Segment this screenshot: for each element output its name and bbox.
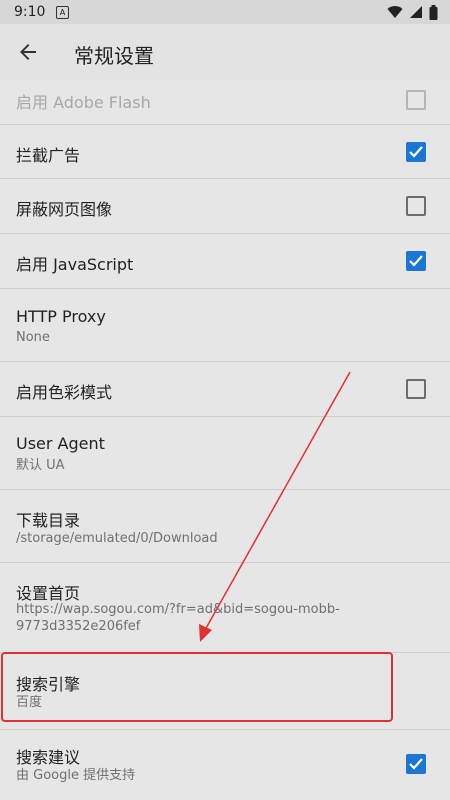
setting-title: 启用色彩模式 bbox=[16, 383, 113, 402]
checkmark-icon bbox=[409, 146, 423, 158]
setting-title: 下载目录 bbox=[16, 511, 81, 530]
setting-title: 屏蔽网页图像 bbox=[16, 200, 113, 219]
checkmark-icon bbox=[409, 758, 423, 770]
app-bar: 常规设置 bbox=[0, 24, 450, 80]
setting-user-agent[interactable]: User Agent 默认 UA bbox=[0, 417, 450, 490]
checkmark-icon bbox=[409, 255, 423, 267]
block-ads-checkbox[interactable] bbox=[406, 142, 426, 162]
setting-title: 启用 Adobe Flash bbox=[16, 93, 151, 112]
highlight-box bbox=[1, 652, 393, 722]
notification-icon: A bbox=[56, 6, 69, 19]
setting-block-images[interactable]: 屏蔽网页图像 bbox=[0, 179, 450, 234]
setting-subtitle: /storage/emulated/0/Download bbox=[16, 531, 218, 546]
setting-subtitle: https://wap.sogou.com/?fr=ad&bid=sogou-m… bbox=[16, 602, 340, 634]
setting-homepage[interactable]: 设置首页 https://wap.sogou.com/?fr=ad&bid=so… bbox=[0, 563, 450, 653]
arrow-left-icon bbox=[20, 44, 36, 60]
setting-title: 拦截广告 bbox=[16, 146, 81, 165]
status-bar: 9:10 A bbox=[0, 0, 450, 24]
setting-adobe-flash[interactable]: 启用 Adobe Flash bbox=[0, 80, 450, 125]
wifi-icon bbox=[387, 6, 403, 19]
setting-title: 搜索建议 bbox=[16, 748, 81, 767]
cellular-icon bbox=[410, 6, 422, 18]
status-icons bbox=[387, 4, 438, 20]
setting-subtitle: 默认 UA bbox=[16, 458, 65, 473]
setting-title: User Agent bbox=[16, 434, 105, 453]
setting-search-suggestions[interactable]: 搜索建议 由 Google 提供支持 bbox=[0, 730, 450, 800]
setting-download-dir[interactable]: 下载目录 /storage/emulated/0/Download bbox=[0, 490, 450, 563]
setting-title: 启用 JavaScript bbox=[16, 255, 134, 274]
status-time: 9:10 bbox=[14, 4, 46, 20]
setting-http-proxy[interactable]: HTTP Proxy None bbox=[0, 289, 450, 362]
color-mode-checkbox[interactable] bbox=[406, 379, 426, 399]
javascript-checkbox[interactable] bbox=[406, 251, 426, 271]
setting-javascript[interactable]: 启用 JavaScript bbox=[0, 234, 450, 289]
search-suggestions-checkbox[interactable] bbox=[406, 754, 426, 774]
adobe-flash-checkbox[interactable] bbox=[406, 90, 426, 110]
battery-icon bbox=[429, 4, 438, 20]
setting-subtitle: None bbox=[16, 330, 50, 345]
page-title: 常规设置 bbox=[74, 44, 154, 68]
back-button[interactable] bbox=[16, 40, 40, 64]
setting-title: HTTP Proxy bbox=[16, 307, 106, 326]
setting-subtitle: 由 Google 提供支持 bbox=[16, 768, 136, 783]
setting-color-mode[interactable]: 启用色彩模式 bbox=[0, 362, 450, 417]
block-images-checkbox[interactable] bbox=[406, 196, 426, 216]
setting-block-ads[interactable]: 拦截广告 bbox=[0, 125, 450, 179]
